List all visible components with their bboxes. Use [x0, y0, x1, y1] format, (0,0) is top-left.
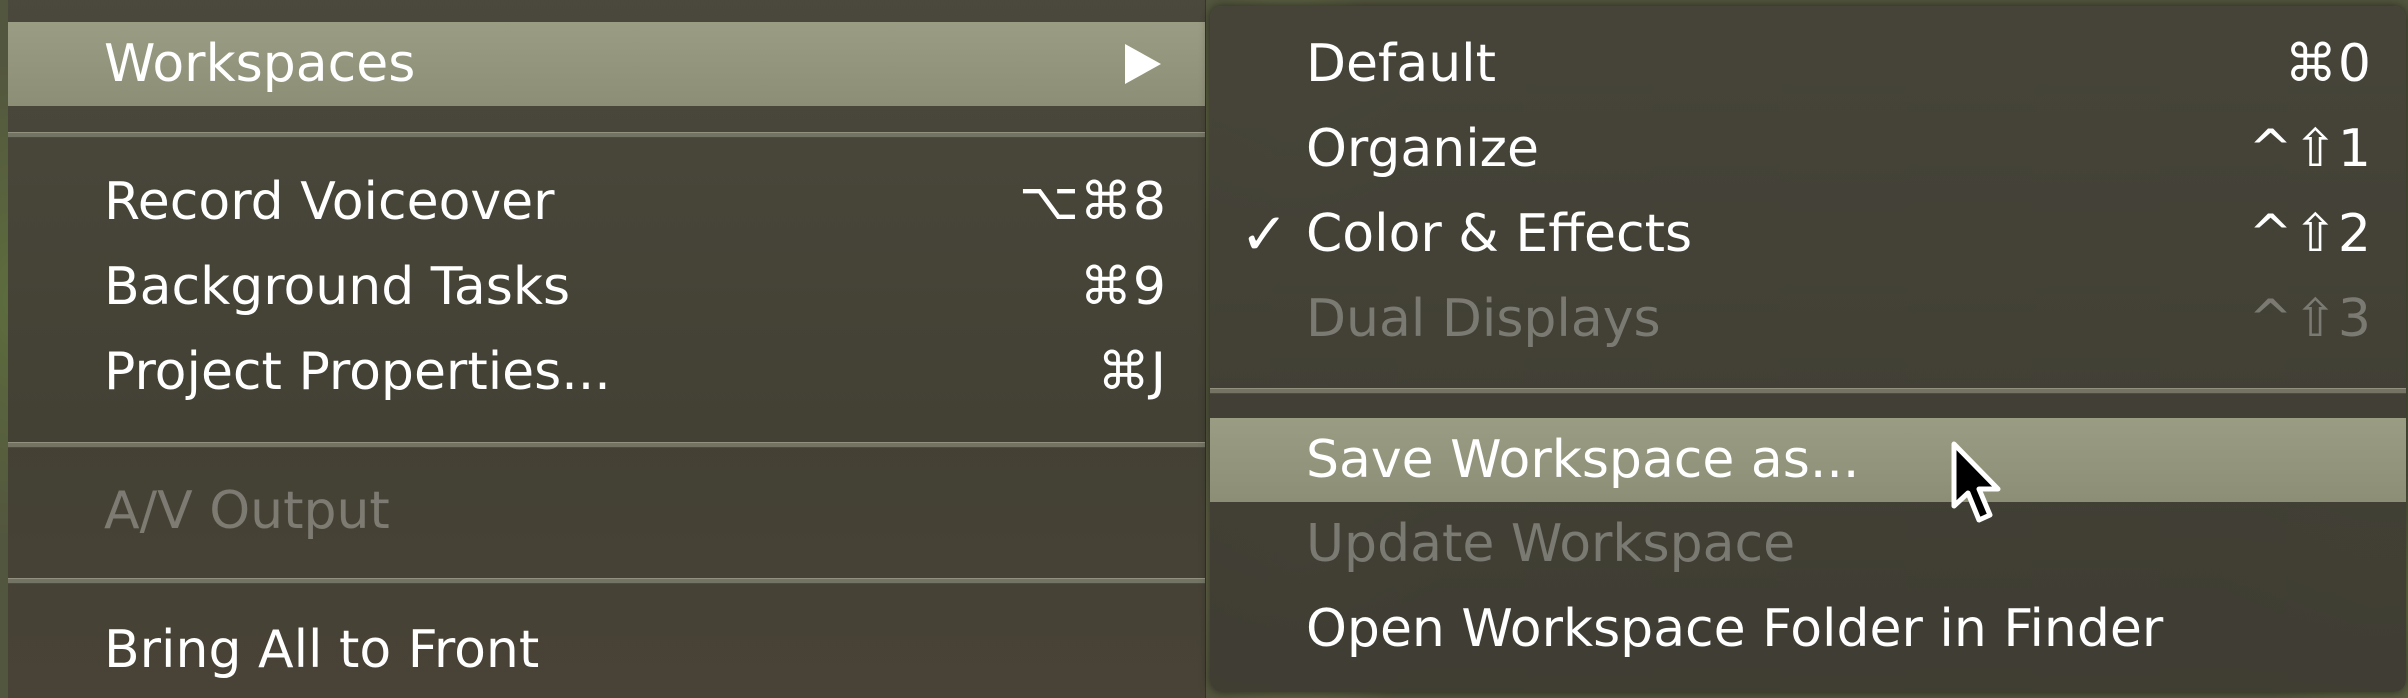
- checkmark-icon: ✓: [1240, 200, 1289, 268]
- menu-item-label: Bring All to Front: [104, 620, 540, 680]
- workspaces-submenu: Default ⌘0 Organize ^⇧1 ✓ Color & Effect…: [1210, 6, 2406, 692]
- menu-item-shortcut: ⌘0: [2284, 34, 2372, 94]
- menu-item-label: Background Tasks: [104, 257, 571, 317]
- menu-item-background-tasks[interactable]: Background Tasks ⌘9: [8, 245, 1205, 329]
- menu-separator: [8, 578, 1205, 584]
- menu-separator: [8, 132, 1205, 138]
- menu-item-shortcut: ⌘9: [1079, 257, 1167, 317]
- submenu-item-color-effects[interactable]: ✓ Color & Effects ^⇧2: [1210, 192, 2406, 276]
- menu-item-label: A/V Output: [104, 481, 390, 541]
- mouse-pointer-icon: [1951, 441, 2001, 523]
- submenu-item-default[interactable]: Default ⌘0: [1210, 22, 2406, 106]
- menu-item-label: Project Properties...: [104, 342, 611, 402]
- menu-item-project-properties[interactable]: Project Properties... ⌘J: [8, 330, 1205, 414]
- menu-item-label: Organize: [1306, 119, 1539, 179]
- submenu-item-update-workspace: Update Workspace: [1210, 502, 2406, 586]
- menu-item-label: Dual Displays: [1306, 289, 1661, 349]
- menu-separator: [1210, 388, 2406, 394]
- menu-item-av-output: A/V Output: [8, 469, 1205, 553]
- menu-item-workspaces[interactable]: Workspaces: [8, 22, 1205, 106]
- menu-item-label: Open Workspace Folder in Finder: [1306, 599, 2164, 659]
- menu-separator: [8, 442, 1205, 448]
- menu-item-shortcut: ⌘J: [1097, 342, 1167, 402]
- submenu-item-dual-displays: Dual Displays ^⇧3: [1210, 277, 2406, 361]
- menu-item-shortcut: ^⇧2: [2248, 204, 2372, 264]
- menu-item-label: Update Workspace: [1306, 514, 1796, 574]
- menu-item-bring-all-to-front[interactable]: Bring All to Front: [8, 608, 1205, 692]
- menu-item-label: Save Workspace as...: [1306, 430, 1860, 490]
- submenu-arrow-icon: [1125, 44, 1161, 84]
- menu-item-record-voiceover[interactable]: Record Voiceover ⌥⌘8: [8, 160, 1205, 244]
- menu-item-shortcut: ^⇧3: [2248, 289, 2372, 349]
- submenu-item-open-workspace-folder[interactable]: Open Workspace Folder in Finder: [1210, 587, 2406, 671]
- submenu-item-organize[interactable]: Organize ^⇧1: [1210, 107, 2406, 191]
- menu-item-shortcut: ⌥⌘8: [1018, 172, 1167, 232]
- menu-item-shortcut: ^⇧1: [2248, 119, 2372, 179]
- menu-item-label: Record Voiceover: [104, 172, 555, 232]
- menu-item-label: Workspaces: [104, 34, 416, 94]
- submenu-item-save-workspace-as[interactable]: Save Workspace as...: [1210, 418, 2406, 502]
- window-menu: Workspaces Record Voiceover ⌥⌘8 Backgrou…: [8, 0, 1206, 698]
- menu-item-label: Default: [1306, 34, 1496, 94]
- menu-item-label: Color & Effects: [1306, 204, 1693, 264]
